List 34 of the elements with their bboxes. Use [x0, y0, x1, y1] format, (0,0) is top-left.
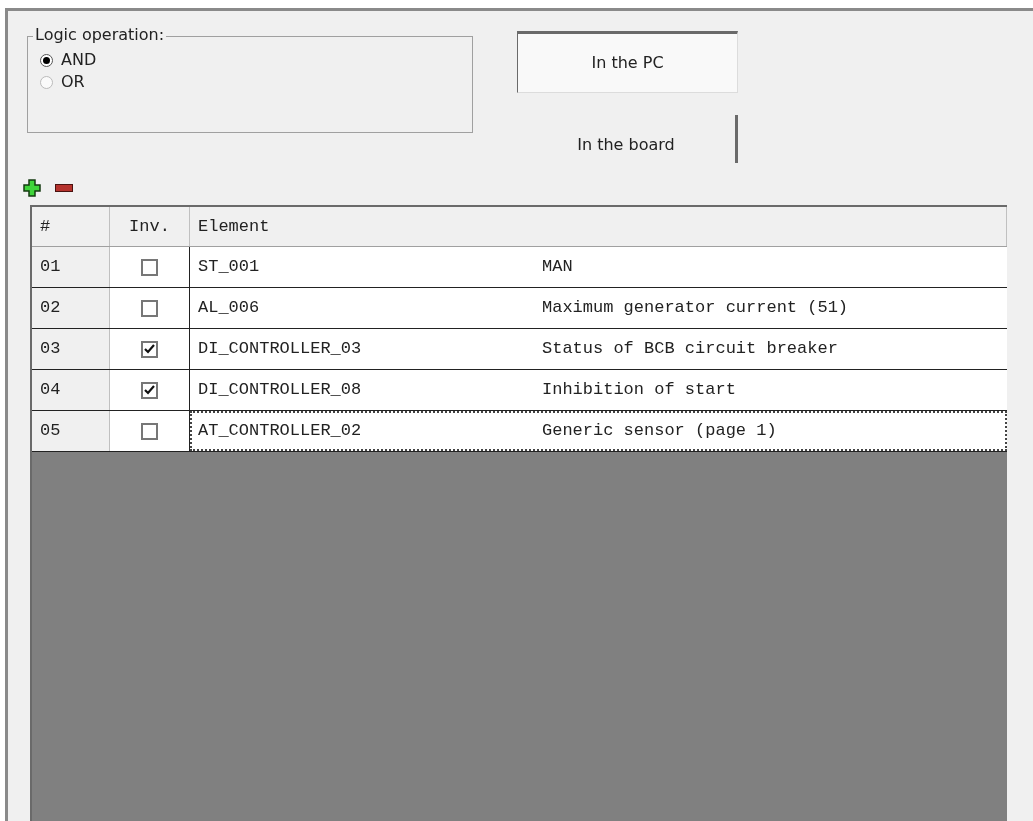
- element-code: AL_006: [197, 297, 261, 320]
- element-cell[interactable]: AT_CONTROLLER_02 Generic sensor (page 1): [190, 411, 1007, 451]
- row-number-cell: 03: [32, 329, 110, 369]
- row-number-cell: 02: [32, 288, 110, 328]
- element-description: Status of BCB circuit breaker: [542, 338, 838, 361]
- element-code: ST_001: [197, 256, 261, 279]
- row-number-cell: 04: [32, 370, 110, 410]
- element-description: Maximum generator current (51): [542, 297, 849, 320]
- radio-option[interactable]: AND: [40, 49, 97, 71]
- column-header[interactable]: Inv.: [110, 207, 190, 246]
- group-title: Logic operation:: [33, 25, 167, 45]
- location-button[interactable]: In the PC: [517, 31, 738, 93]
- invert-checkbox[interactable]: [141, 258, 158, 276]
- element-code: DI_CONTROLLER_08: [197, 379, 363, 402]
- invert-checkbox[interactable]: [141, 340, 158, 358]
- element-description: Inhibition of start: [542, 379, 736, 402]
- radio-option[interactable]: OR: [40, 71, 85, 93]
- row-number-cell: 05: [32, 411, 110, 451]
- row-number-cell: 01: [32, 247, 110, 287]
- remove-icon[interactable]: [55, 184, 73, 192]
- element-description: MAN: [542, 256, 573, 279]
- element-code: AT_CONTROLLER_02: [197, 420, 363, 443]
- column-header[interactable]: Element: [190, 207, 1007, 246]
- element-code: DI_CONTROLLER_03: [197, 338, 363, 361]
- element-cell[interactable]: ST_001 MAN: [190, 247, 1007, 287]
- element-description: Generic sensor (page 1): [542, 420, 777, 443]
- invert-checkbox[interactable]: [141, 381, 158, 399]
- add-icon[interactable]: [23, 179, 41, 197]
- invert-checkbox[interactable]: [141, 422, 158, 440]
- column-header[interactable]: #: [32, 207, 110, 246]
- element-cell[interactable]: AL_006 Maximum generator current (51): [190, 288, 1007, 328]
- element-cell[interactable]: DI_CONTROLLER_03 Status of BCB circuit breaker: [190, 329, 1007, 369]
- element-cell[interactable]: DI_CONTROLLER_08 Inhibition of start: [190, 370, 1007, 410]
- invert-checkbox[interactable]: [141, 299, 158, 317]
